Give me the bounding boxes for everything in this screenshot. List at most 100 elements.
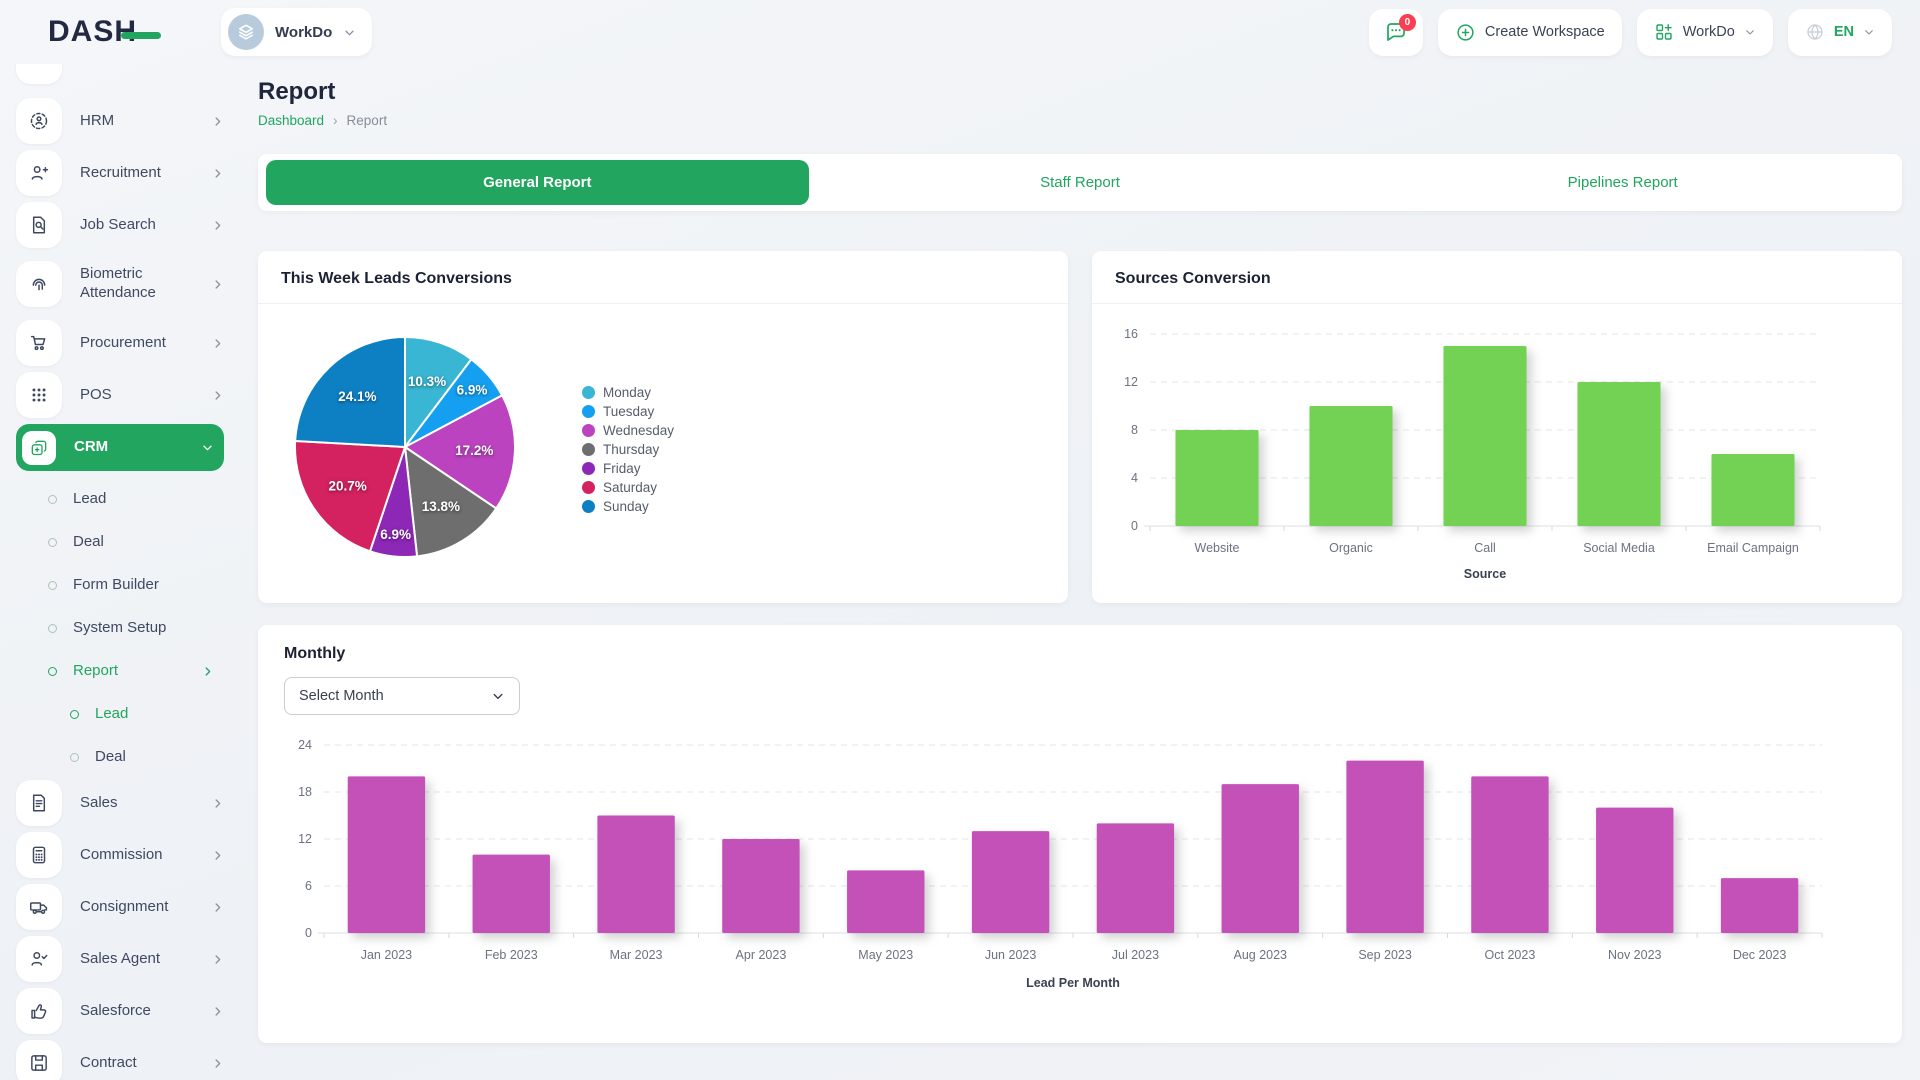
sidebar-item-salesforce[interactable]: Salesforce [16,988,224,1034]
chart-text: Email Campaign [1707,541,1799,555]
sidebar-item-form-builder-sub[interactable]: Form Builder [16,565,224,605]
chart-text: 4 [1131,471,1138,485]
legend-item-monday[interactable]: Monday [582,385,674,400]
chart-text: Sep 2023 [1358,948,1412,962]
sidebar-item-label: Consignment [80,898,168,917]
bar-website[interactable] [1175,430,1258,526]
bar-may-2023[interactable] [847,870,924,933]
pie-svg: 10.3%6.9%17.2%13.8%6.9%20.7%24.1% [288,330,522,564]
legend-item-sunday[interactable]: Sunday [582,499,674,514]
truck-icon [28,896,50,918]
bar-jun-2023[interactable] [972,831,1049,933]
bar-social-media[interactable] [1577,382,1660,526]
bullet-ring-icon [70,753,79,762]
sidebar-item-biometric-attendance[interactable]: Biometric Attendance [16,254,224,314]
sidebar-item-consignment[interactable]: Consignment [16,884,224,930]
sidebar-item-lead-sub[interactable]: Lead [16,479,224,519]
sidebar-item-pos[interactable]: POS [16,372,224,418]
bar-organic[interactable] [1309,406,1392,526]
chevron-right-icon [211,797,224,810]
grid-dots-icon [28,384,50,406]
fingerprint-icon [28,273,50,295]
workspace-switcher-button[interactable]: WorkDo [1637,9,1773,56]
sidebar-item-lead-subsub[interactable]: Lead [16,694,224,734]
sidebar-item-label: Job Search [80,216,156,235]
chevron-down-icon [201,441,214,454]
select-month-dropdown[interactable]: Select Month [284,677,520,715]
sidebar-item-label: HRM [80,112,114,131]
monthly-bar-chart: 06121824Jan 2023Feb 2023Mar 2023Apr 2023… [258,715,1902,1002]
breadcrumb-dashboard[interactable]: Dashboard [258,113,324,128]
sidebar-item-job-search[interactable]: Job Search [16,202,224,248]
sidebar-item-label: Report [73,662,118,681]
workspace-pill[interactable]: WorkDo [221,8,372,56]
legend-label: Monday [603,385,651,400]
sidebar-item-contract[interactable]: Contract [16,1040,224,1080]
sidebar-item-label: Lead [95,705,128,724]
tab-general-report[interactable]: General Report [266,160,809,205]
bar-call[interactable] [1443,346,1526,526]
bar-mar-2023[interactable] [597,816,674,934]
chevron-down-icon [1744,26,1756,38]
language-label: EN [1834,24,1854,40]
chevron-right-icon [211,849,224,862]
chart-text: Dec 2023 [1733,948,1787,962]
sidebar-item-crm[interactable]: CRM [16,424,224,471]
create-workspace-button[interactable]: Create Workspace [1438,9,1622,56]
sidebar-item-system-setup-sub[interactable]: System Setup [16,608,224,648]
month-chart-svg: 06121824Jan 2023Feb 2023Mar 2023Apr 2023… [282,729,1842,997]
grid-dots-icon-box [16,372,62,418]
crm-cards-icon [29,438,49,458]
bar-aug-2023[interactable] [1222,784,1299,933]
charts-row: This Week Leads Conversions 10.3%6.9%17.… [258,251,1902,603]
globe-icon [1805,22,1825,42]
receipt-icon [28,792,50,814]
legend-item-wednesday[interactable]: Wednesday [582,423,674,438]
chart-text: Oct 2023 [1485,948,1536,962]
bar-nov-2023[interactable] [1596,808,1673,933]
chart-text: 6 [305,879,312,893]
chevron-right-icon [211,115,224,128]
sidebar-menu: HRM Recruitment Job Search Biometric Attend… [16,98,224,1080]
sidebar-item-sales-agent[interactable]: Sales Agent [16,936,224,982]
tab-staff-report[interactable]: Staff Report [809,160,1352,205]
chart-text: Jul 2023 [1112,948,1159,962]
bar-email-campaign[interactable] [1711,454,1794,526]
bar-sep-2023[interactable] [1346,761,1423,933]
legend-item-tuesday[interactable]: Tuesday [582,404,674,419]
card-title: This Week Leads Conversions [258,251,1068,304]
legend-item-saturday[interactable]: Saturday [582,480,674,495]
chart-text: 12 [298,832,312,846]
chart-text: 16 [1124,327,1138,341]
tab-pipelines-report[interactable]: Pipelines Report [1351,160,1894,205]
legend-item-thursday[interactable]: Thursday [582,442,674,457]
sidebar-item-hrm[interactable]: HRM [16,98,224,144]
legend-item-friday[interactable]: Friday [582,461,674,476]
bar-feb-2023[interactable] [473,855,550,933]
language-button[interactable]: EN [1788,9,1892,56]
sidebar-item-report-sub[interactable]: Report [16,651,224,691]
bar-oct-2023[interactable] [1471,776,1548,933]
app-logo[interactable]: DASH [48,15,137,49]
select-month-value: Select Month [299,688,384,704]
chevron-right-icon [211,389,224,402]
sidebar-item-sales[interactable]: Sales [16,780,224,826]
chart-text: 12 [1124,375,1138,389]
sidebar-item-deal-sub[interactable]: Deal [16,522,224,562]
bar-apr-2023[interactable] [722,839,799,933]
sidebar-item-procurement[interactable]: Procurement [16,320,224,366]
sidebar-item-label: Sales [80,794,118,813]
bar-jul-2023[interactable] [1097,823,1174,933]
legend-label: Tuesday [603,404,654,419]
sidebar-item-deal-subsub[interactable]: Deal [16,737,224,777]
bar-jan-2023[interactable] [348,776,425,933]
sidebar-item-recruitment[interactable]: Recruitment [16,150,224,196]
pie-slice-label: 24.1% [338,389,376,404]
messages-button[interactable]: 0 [1369,9,1423,56]
app-root: DASH WorkDo 0 Create Workspace WorkDo [0,0,1920,1080]
calculator-icon-box [16,832,62,878]
bar-dec-2023[interactable] [1721,878,1798,933]
sidebar-item-commission[interactable]: Commission [16,832,224,878]
topbar-actions: 0 Create Workspace WorkDo EN [1369,9,1892,56]
crm-cards-icon-box [22,431,56,465]
